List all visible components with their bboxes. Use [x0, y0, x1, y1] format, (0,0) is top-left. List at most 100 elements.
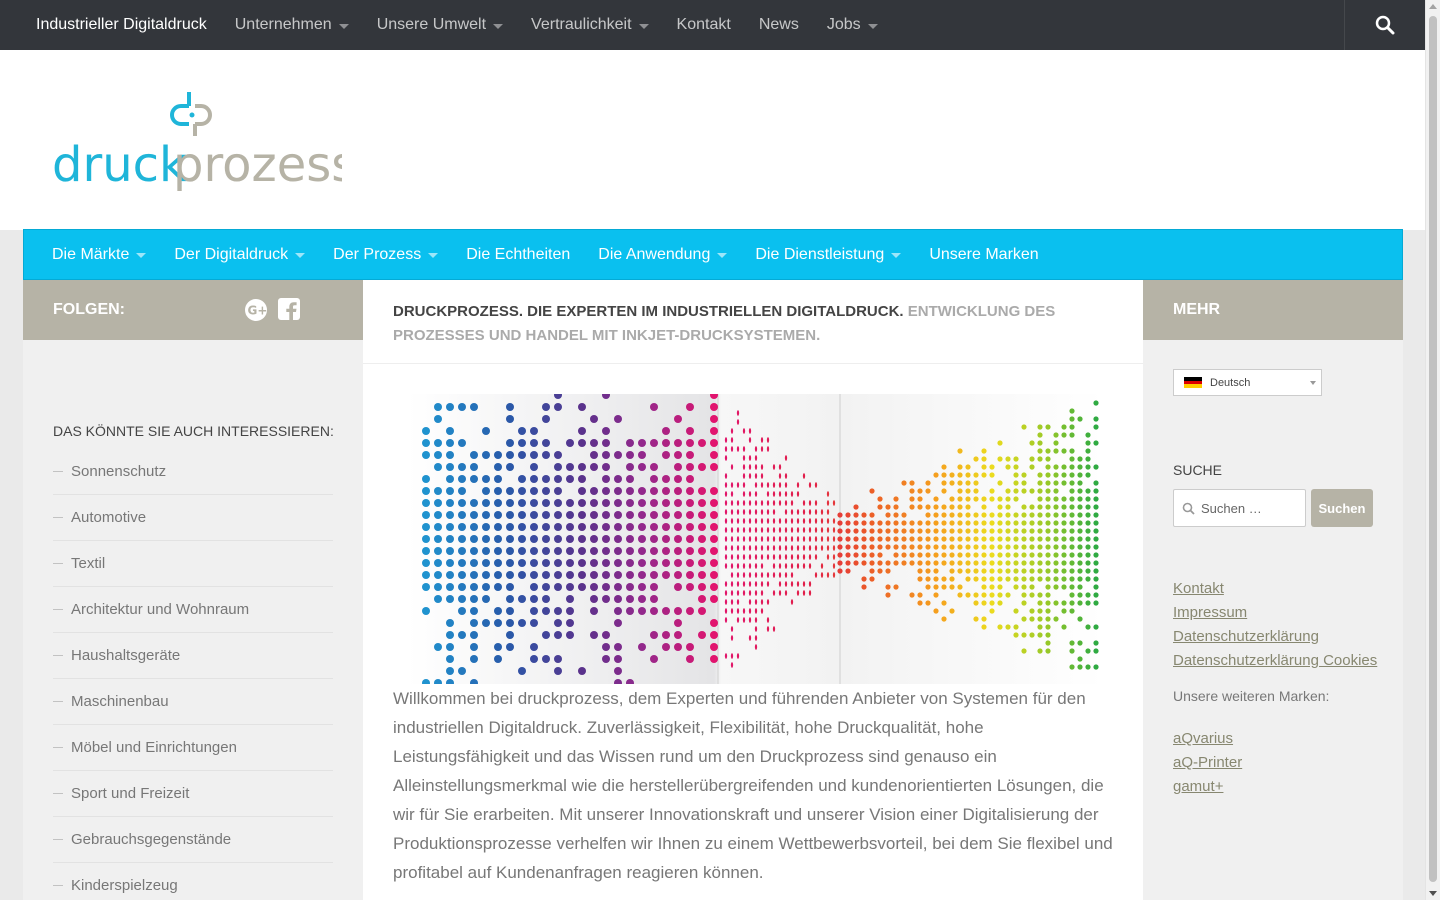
hero-dot: [710, 547, 718, 555]
hero-dot: [1013, 584, 1019, 590]
hero-dot: [1061, 584, 1067, 590]
link-impressum[interactable]: Impressum: [1173, 601, 1377, 625]
link-datenschutz-cookies[interactable]: Datenschutzerklärung Cookies: [1173, 649, 1377, 673]
main-nav-item-prozess[interactable]: Der Prozess: [319, 230, 452, 280]
top-nav-item-jobs[interactable]: Jobs: [813, 0, 892, 50]
google-plus-icon[interactable]: G+: [244, 298, 268, 327]
top-nav-item-digitaldruck[interactable]: Industrieller Digitaldruck: [0, 0, 221, 50]
main-nav-item-marken[interactable]: Unsere Marken: [915, 230, 1052, 280]
hero-dot: [957, 448, 963, 454]
hero-dot: [730, 572, 734, 578]
hero-dot: [1013, 520, 1019, 526]
hero-dot: [1077, 496, 1083, 502]
hero-dot: [1045, 424, 1051, 430]
main-nav-item-dienstleistung[interactable]: Die Dienstleistung: [741, 230, 915, 280]
link-kontakt[interactable]: Kontakt: [1173, 577, 1377, 601]
list-item[interactable]: Sport und Freizeit: [53, 771, 333, 817]
hero-dot: [973, 560, 979, 566]
hero-dot: [650, 571, 658, 579]
hero-dot: [1085, 624, 1091, 630]
main-content: DRUCKPROZESS. DIE EXPERTEN IM INDUSTRIEL…: [363, 280, 1143, 900]
hero-dot: [730, 635, 734, 641]
hero-dot: [754, 500, 758, 506]
search-submit-button[interactable]: Suchen: [1311, 489, 1373, 527]
hero-dot: [1085, 496, 1091, 502]
main-nav-item-anwendung[interactable]: Die Anwendung: [584, 230, 741, 280]
list-item[interactable]: Sonnenschutz: [53, 449, 333, 495]
hero-dot: [784, 554, 788, 560]
main-nav-item-maerkte[interactable]: Die Märkte: [38, 230, 160, 280]
hero-dot: [861, 536, 867, 542]
hero-dot: [1061, 544, 1067, 550]
hero-dot: [917, 560, 923, 566]
hero-dot: [602, 499, 610, 507]
main-nav-item-digitaldruck[interactable]: Der Digitaldruck: [160, 230, 319, 280]
list-item[interactable]: Maschinenbau: [53, 679, 333, 725]
hero-dot: [778, 563, 782, 569]
hero-dot: [1085, 592, 1091, 598]
hero-dot: [542, 415, 550, 423]
hero-dot: [482, 523, 490, 531]
hero-dot: [422, 559, 430, 567]
hero-dot: [1045, 640, 1051, 646]
hero-dot: [837, 552, 843, 558]
hero-dot: [826, 509, 830, 515]
link-aq-printer[interactable]: aQ-Printer: [1173, 751, 1242, 775]
top-nav-item-vertraulichkeit[interactable]: Vertraulichkeit: [517, 0, 663, 50]
list-item[interactable]: Kinderspielzeug: [53, 863, 333, 900]
follow-label: FOLGEN:: [53, 301, 125, 318]
hero-dot: [796, 590, 800, 596]
link-gamut-plus[interactable]: gamut+: [1173, 775, 1242, 799]
hero-dot: [814, 536, 818, 542]
hero-dot: [853, 528, 859, 534]
site-logo[interactable]: druck prozess: [52, 88, 356, 193]
hero-dot: [736, 536, 740, 542]
hero-dot: [1069, 592, 1075, 598]
hero-dot: [590, 451, 598, 459]
list-item[interactable]: Automotive: [53, 495, 333, 541]
hero-dot: [885, 584, 891, 590]
list-item[interactable]: Haushaltsgeräte: [53, 633, 333, 679]
top-nav-item-kontakt[interactable]: Kontakt: [663, 0, 745, 50]
hero-dot: [710, 511, 718, 519]
hero-dot: [808, 545, 812, 551]
hero-dot: [997, 520, 1003, 526]
hero-dot: [614, 643, 622, 651]
hero-dot: [853, 520, 859, 526]
language-select[interactable]: Deutsch: [1173, 369, 1322, 396]
hero-dot: [965, 464, 971, 470]
link-datenschutz[interactable]: Datenschutzerklärung: [1173, 625, 1377, 649]
hero-dot: [1037, 632, 1043, 638]
page-scrollbar[interactable]: [1425, 0, 1440, 900]
hero-dot: [748, 518, 752, 524]
hero-dot: [861, 512, 867, 518]
list-item[interactable]: Möbel und Einrichtungen: [53, 725, 333, 771]
hero-dot: [736, 482, 740, 488]
hero-dot: [1061, 480, 1067, 486]
top-nav-item-umwelt[interactable]: Unsere Umwelt: [363, 0, 517, 50]
search-input[interactable]: Suchen …: [1173, 489, 1306, 527]
list-item[interactable]: Textil: [53, 541, 333, 587]
hero-dot: [554, 535, 562, 543]
link-aqvarius[interactable]: aQvarius: [1173, 727, 1242, 751]
hero-dot: [917, 576, 923, 582]
scrollbar-thumb[interactable]: [1429, 16, 1437, 882]
hero-dot: [458, 667, 466, 675]
main-nav-item-echtheiten[interactable]: Die Echtheiten: [452, 230, 584, 280]
scroll-down-icon[interactable]: [1429, 891, 1437, 896]
search-toggle-button[interactable]: [1344, 0, 1425, 50]
hero-dot: [530, 583, 538, 591]
hero-dot: [518, 595, 526, 603]
hero-dot: [909, 536, 915, 542]
hero-dot: [1005, 536, 1011, 542]
scroll-up-icon[interactable]: [1429, 4, 1437, 9]
top-nav-item-news[interactable]: News: [745, 0, 813, 50]
hero-dot: [434, 643, 442, 651]
hero-dot: [1005, 576, 1011, 582]
facebook-icon[interactable]: [278, 298, 300, 327]
hero-dot: [1045, 512, 1051, 518]
list-item[interactable]: Architektur und Wohnraum: [53, 587, 333, 633]
hero-dot: [766, 500, 770, 506]
list-item[interactable]: Gebrauchsgegenstände: [53, 817, 333, 863]
top-nav-item-unternehmen[interactable]: Unternehmen: [221, 0, 363, 50]
